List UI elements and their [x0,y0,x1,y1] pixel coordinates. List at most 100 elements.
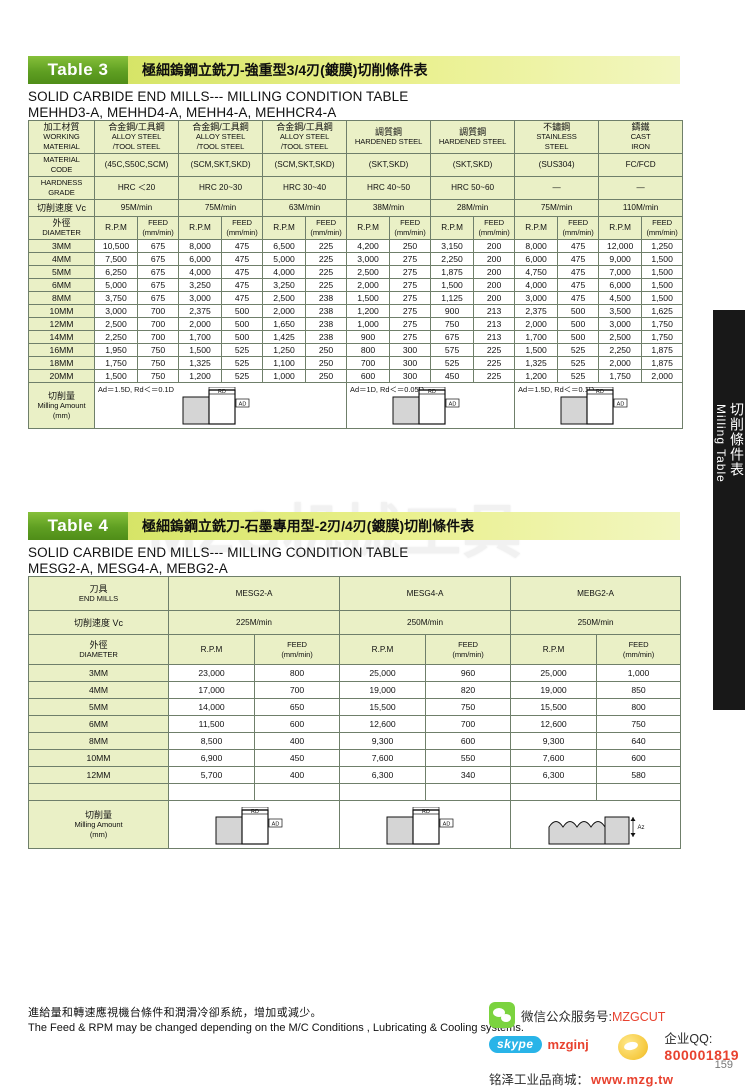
feed-value: 675 [136,239,180,253]
feed-value [253,783,341,801]
feed-value: 2,000 [641,369,684,383]
feed-header-0: FEED (mm/min) [136,216,180,240]
feed-value: 1,250 [641,239,684,253]
diameter-value: 14MM [28,330,95,344]
feed-value: 200 [473,252,516,266]
svg-text:RD: RD [218,389,226,395]
side-tab-label-cn: 切削條件表 [729,402,745,477]
rpm-value: 2,500 [598,330,643,344]
milling-amount-label: 切削量 Milling Amount (mm) [28,800,169,849]
table-row: 18MM 1,750 750 1,325 525 1,100 250 700 300 525 225… [28,356,684,370]
feed-value: 475 [221,278,264,292]
feed-value: 750 [596,715,682,733]
feed-value: 525 [221,369,264,383]
table3-header-hardness: HARDNESS GRADE HRC ＜20 HRC 20~30 HRC 30~40 HR… [28,176,684,200]
feed-value: 650 [253,698,341,716]
feed-value: 525 [557,356,600,370]
endmill-name-1: MESG4-A [339,576,512,611]
rpm-value: 1,750 [598,369,643,383]
material-header-0: 合金鋼/工具鋼 ALLOY STEEL/TOOL STEEL [93,120,180,154]
table3-models: MEHHD3-A, MEHHD4-A, MEHH4-A, MEHHCR4-A [28,104,337,120]
rpm-value: 750 [430,317,475,331]
feed-value: 400 [253,766,341,784]
milling-diagram-0: RD AD [167,800,341,849]
material-header-6: 鑄鐵 CAST IRON [598,120,684,154]
rpm-value: 4,000 [514,278,559,292]
side-tab-label-en: Milling Table [714,404,728,483]
qq-penguin-icon [618,1034,649,1060]
speed-0: 225M/min [167,610,341,635]
rpm-value: 6,000 [598,278,643,292]
feed-value: 213 [473,317,516,331]
svg-text:AD: AD [448,402,456,408]
rpm-value: 1,000 [262,369,307,383]
working-material-label: 加工材質 WORKING MATERIAL [28,120,95,154]
speed-0: 95M/min [93,199,180,217]
rpm-header-0: R.P.M [94,216,138,240]
feed-value: 475 [557,265,600,279]
diameter-value: 3MM [28,664,169,682]
table3-header-material: 加工材質 WORKING MATERIAL 合金鋼/工具鋼 ALLOY STEEL/TO… [28,120,684,154]
rpm-value: 3,250 [262,278,307,292]
feed-value: 275 [389,252,432,266]
feed-value: 1,625 [641,304,684,318]
table3-subtitle-en: SOLID CARBIDE END MILLS--- MILLING CONDI… [28,89,409,104]
diameter-value: 16MM [28,343,95,357]
diameter-value: 6MM [28,715,169,733]
rpm-value: 12,600 [510,715,598,733]
feed-value [425,783,512,801]
rpm-value: 2,000 [346,278,391,292]
table-row: 12MM 5,700 400 6,300 340 6,300 580 [28,766,682,784]
feed-value: 700 [425,715,512,733]
rpm-value: 12,600 [339,715,427,733]
diameter-value: 8MM [28,291,95,305]
rpm-value: 2,375 [178,304,223,318]
rpm-value: 2,375 [514,304,559,318]
diameter-value: 4MM [28,252,95,266]
feed-value: 600 [253,715,341,733]
table-row: 4MM 17,000 700 19,000 820 19,000 850 [28,681,682,699]
feed-value: 200 [473,278,516,292]
rpm-value: 6,000 [514,252,559,266]
rpm-value: 525 [430,356,475,370]
diameter-value: 10MM [28,304,95,318]
rpm-value: 7,500 [94,252,138,266]
hardness-4: HRC 50~60 [430,176,516,200]
feed-value: 225 [473,356,516,370]
feed-header-2: FEED (mm/min) [305,216,348,240]
rpm-value: 3,000 [346,252,391,266]
rpm-value: 2,250 [598,343,643,357]
svg-text:Az: Az [637,825,644,831]
rpm-value: 7,000 [598,265,643,279]
rpm-value: 23,000 [168,664,255,682]
feed-value: 1,500 [641,278,684,292]
feed-value: 225 [305,239,348,253]
feed-value: 525 [557,343,600,357]
material-code-0: (45C,S50C,SCM) [93,153,180,177]
rpm-value: 3,500 [598,304,643,318]
rpm-value: 6,000 [178,252,223,266]
rpm-value: 8,500 [168,732,255,750]
endmill-name-2: MEBG2-A [510,576,682,611]
rpm-value: 6,300 [510,766,598,784]
feed-value: 675 [136,252,180,266]
rpm-header-1: R.P.M [178,216,223,240]
material-code-5: (SUS304) [514,153,600,177]
endmill-name-0: MESG2-A [167,576,341,611]
feed-value: 500 [221,304,264,318]
milling-diagram-1: Ad＝1D, Rd＜＝0.05D RD AD [346,382,516,429]
feed-value: 200 [473,291,516,305]
table-row: 8MM 8,500 400 9,300 600 9,300 640 [28,732,682,750]
diameter-value: 4MM [28,681,169,699]
hardness-3: HRC 40~50 [346,176,432,200]
step-block-icon: RD AD [377,806,473,847]
feed-value: 275 [389,291,432,305]
rpm-value: 1,125 [430,291,475,305]
speed-4: 28M/min [430,199,516,217]
feed-value: 475 [557,239,600,253]
feed-value: 475 [557,252,600,266]
milling-diagram-0: Ad＝1.5D, Rd＜＝0.1D RD AD [93,382,348,429]
rpm-value: 4,750 [514,265,559,279]
feed-value: 1,500 [641,252,684,266]
material-code-label: MATERIAL CODE [28,153,95,177]
